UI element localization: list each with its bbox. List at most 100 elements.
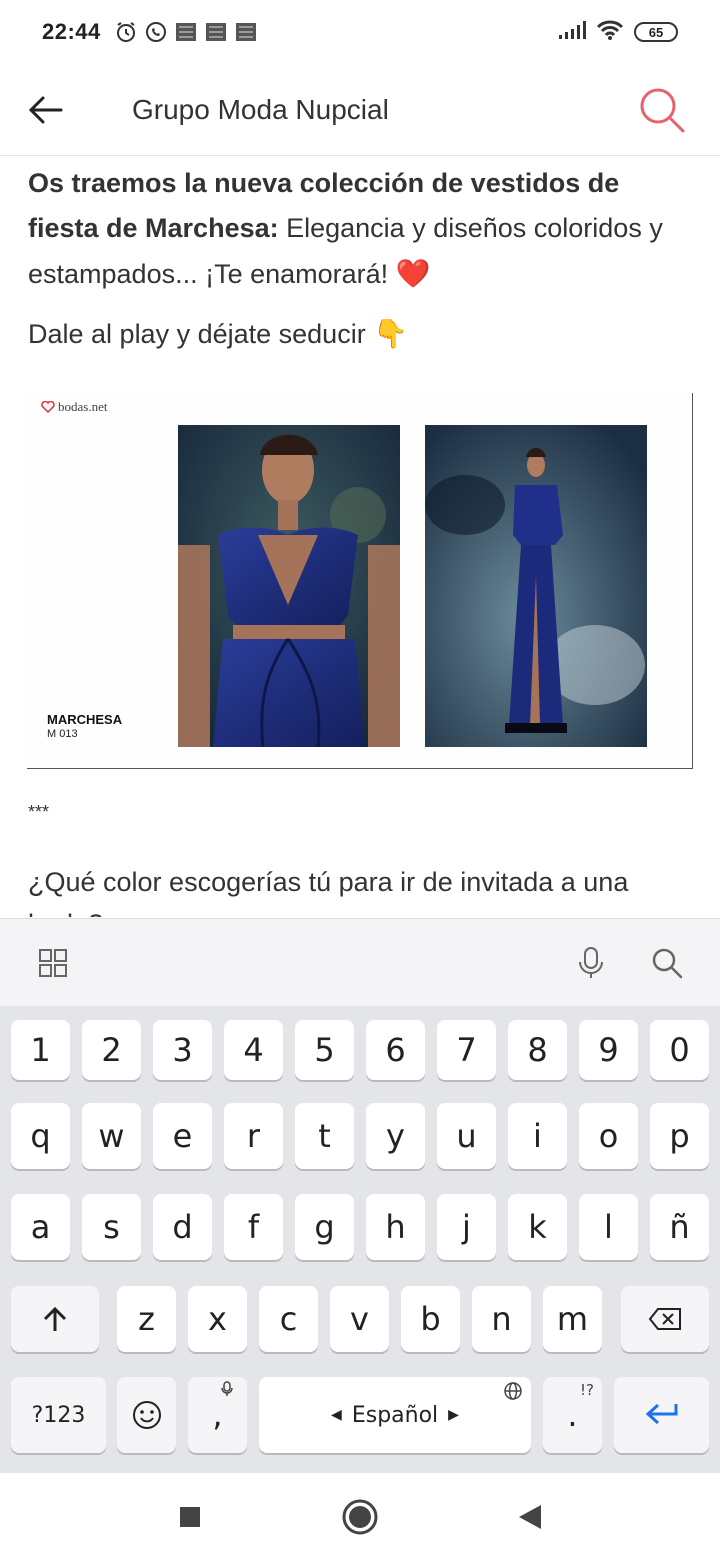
wifi-icon xyxy=(596,19,624,46)
key-w[interactable]: w xyxy=(82,1103,141,1169)
space-key[interactable]: ◀ Español ▶ xyxy=(259,1377,531,1453)
search-icon xyxy=(640,88,685,132)
key-f[interactable]: f xyxy=(224,1194,283,1260)
status-bar: 22:44 65 xyxy=(0,0,720,64)
key-5[interactable]: 5 xyxy=(295,1020,354,1080)
key-e[interactable]: e xyxy=(153,1103,212,1169)
keyboard-row-3: z x c v b n m xyxy=(0,1286,720,1352)
alarm-icon xyxy=(115,21,137,43)
notification-icons xyxy=(115,21,257,43)
period-sub-label: !? xyxy=(580,1381,594,1399)
apps-grid-button[interactable] xyxy=(30,940,76,986)
key-i[interactable]: i xyxy=(508,1103,567,1169)
arrow-right-small-icon: ▶ xyxy=(448,1407,459,1423)
voice-input-button[interactable] xyxy=(568,940,614,986)
key-2[interactable]: 2 xyxy=(82,1020,141,1080)
key-o[interactable]: o xyxy=(579,1103,638,1169)
bodas-logo: bodas.net xyxy=(41,399,107,415)
symbols-label: ?123 xyxy=(31,1402,86,1428)
status-time: 22:44 xyxy=(42,19,101,44)
app-notification-icon xyxy=(205,22,227,42)
key-z[interactable]: z xyxy=(117,1286,176,1352)
arrow-left-small-icon: ◀ xyxy=(331,1407,342,1423)
home-button[interactable] xyxy=(330,1487,390,1547)
system-nav-bar xyxy=(0,1473,720,1560)
key-k[interactable]: k xyxy=(508,1194,567,1260)
key-4[interactable]: 4 xyxy=(224,1020,283,1080)
whatsapp-icon xyxy=(145,21,167,43)
key-6[interactable]: 6 xyxy=(366,1020,425,1080)
status-right: 65 xyxy=(558,19,678,46)
comma-key[interactable]: , xyxy=(188,1377,247,1453)
backspace-icon xyxy=(648,1308,681,1330)
key-7[interactable]: 7 xyxy=(437,1020,496,1080)
period-key[interactable]: !? . xyxy=(543,1377,602,1453)
backspace-key[interactable] xyxy=(621,1286,709,1352)
key-u[interactable]: u xyxy=(437,1103,496,1169)
key-h[interactable]: h xyxy=(366,1194,425,1260)
key-s[interactable]: s xyxy=(82,1194,141,1260)
arrow-left-icon xyxy=(28,96,63,123)
key-9[interactable]: 9 xyxy=(579,1020,638,1080)
post-intro: Os traemos la nueva colección de vestido… xyxy=(28,161,692,297)
keyboard-search-button[interactable] xyxy=(644,940,690,986)
logo-text: bodas.net xyxy=(58,399,108,414)
key-n[interactable]: n xyxy=(472,1286,531,1352)
brand-code: M 013 xyxy=(47,728,78,740)
globe-icon xyxy=(503,1381,523,1405)
microphone-icon xyxy=(579,946,603,978)
space-label: Español xyxy=(351,1402,439,1428)
key-j[interactable]: j xyxy=(437,1194,496,1260)
back-button[interactable] xyxy=(0,64,90,156)
key-8[interactable]: 8 xyxy=(508,1020,567,1080)
page-title: Grupo Moda Nupcial xyxy=(132,93,389,125)
post-question: ¿Qué color escogerías tú para ir de invi… xyxy=(28,867,629,917)
key-b[interactable]: b xyxy=(401,1286,460,1352)
key-1[interactable]: 1 xyxy=(11,1020,70,1080)
heart-emoji: ❤️ xyxy=(395,258,431,289)
key-m[interactable]: m xyxy=(543,1286,602,1352)
grid-icon xyxy=(39,948,67,977)
smiley-icon xyxy=(132,1401,161,1429)
key-l[interactable]: l xyxy=(579,1194,638,1260)
heart-logo-icon xyxy=(41,401,55,413)
keyboard-bottom-row: ?123 , ◀ Español ▶ !? . xyxy=(0,1377,720,1453)
key-n-tilde[interactable]: ñ xyxy=(650,1194,709,1260)
square-icon xyxy=(180,1506,200,1527)
enter-key[interactable] xyxy=(614,1377,709,1453)
brand-name: MARCHESA xyxy=(47,712,123,727)
key-q[interactable]: q xyxy=(11,1103,70,1169)
app-notification-icon xyxy=(235,22,257,42)
key-d[interactable]: d xyxy=(153,1194,212,1260)
key-p[interactable]: p xyxy=(650,1103,709,1169)
battery-indicator: 65 xyxy=(634,22,678,42)
triangle-back-icon xyxy=(519,1504,541,1529)
recents-button[interactable] xyxy=(160,1487,220,1547)
key-a[interactable]: a xyxy=(11,1194,70,1260)
key-y[interactable]: y xyxy=(366,1103,425,1169)
keyboard-row-1: q w e r t y u i o p xyxy=(0,1103,720,1169)
key-x[interactable]: x xyxy=(188,1286,247,1352)
signal-icon xyxy=(558,20,586,45)
key-r[interactable]: r xyxy=(224,1103,283,1169)
key-t[interactable]: t xyxy=(295,1103,354,1169)
symbols-key[interactable]: ?123 xyxy=(11,1377,106,1453)
dress-photo-full xyxy=(425,425,647,747)
shift-key[interactable] xyxy=(11,1286,99,1352)
search-icon xyxy=(652,948,683,978)
key-c[interactable]: c xyxy=(259,1286,318,1352)
back-nav-button[interactable] xyxy=(500,1487,560,1547)
comma-label: , xyxy=(212,1396,223,1434)
emoji-key[interactable] xyxy=(117,1377,176,1453)
enter-icon xyxy=(645,1403,677,1425)
post-image[interactable]: bodas.net MARCHESA M 013 xyxy=(27,393,693,769)
keyboard-toolbar xyxy=(0,918,720,1006)
key-v[interactable]: v xyxy=(330,1286,389,1352)
key-g[interactable]: g xyxy=(295,1194,354,1260)
separator-text: *** xyxy=(28,802,50,822)
play-text: Dale al play y déjate seducir xyxy=(28,319,374,349)
app-notification-icon xyxy=(175,22,197,42)
search-button[interactable] xyxy=(622,64,702,156)
key-3[interactable]: 3 xyxy=(153,1020,212,1080)
key-0[interactable]: 0 xyxy=(650,1020,709,1080)
